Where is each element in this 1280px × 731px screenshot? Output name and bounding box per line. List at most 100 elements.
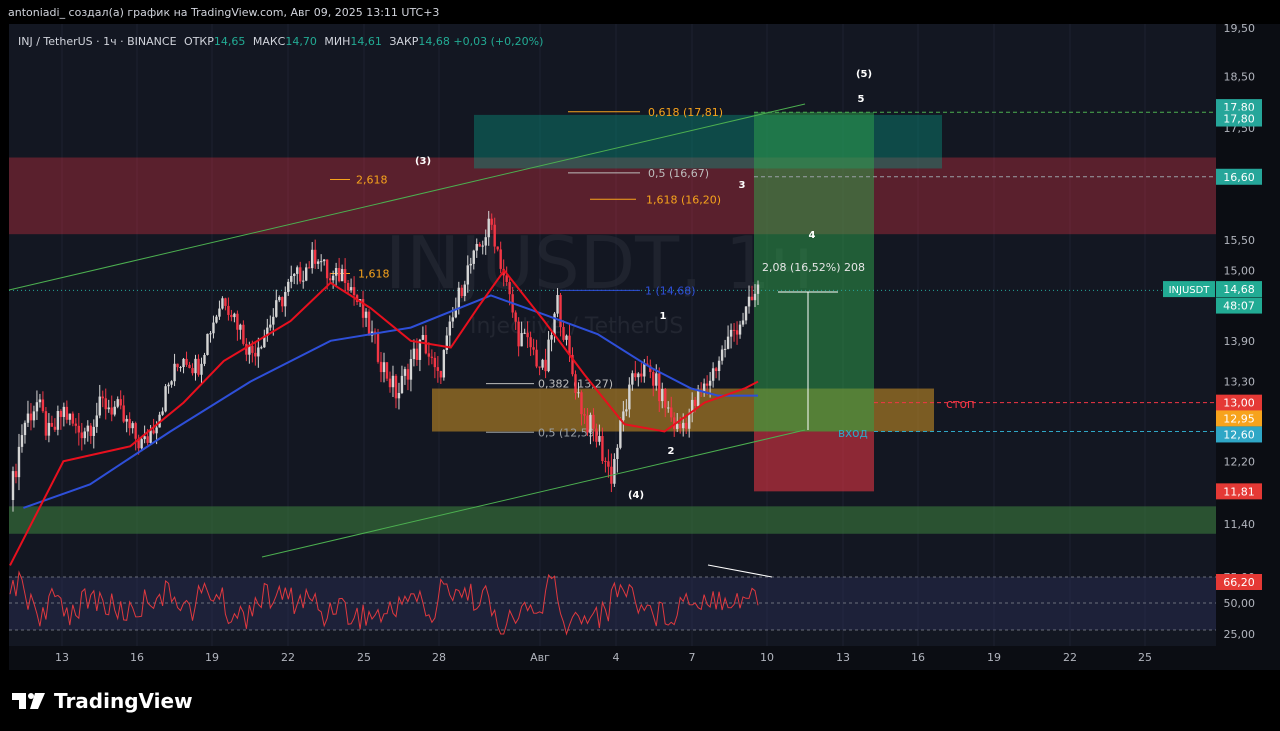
fib-label: 1,618: [358, 268, 390, 281]
candle: [529, 337, 532, 348]
candle: [643, 363, 646, 377]
candle: [140, 439, 143, 449]
candle: [278, 297, 281, 301]
candle: [287, 281, 290, 293]
candle: [293, 273, 296, 277]
candle: [155, 427, 158, 434]
candle: [616, 447, 619, 459]
price-tag-label: 13,00: [1223, 397, 1255, 410]
tradingview-logo-icon: [12, 693, 45, 709]
fib-label: 2,618: [356, 174, 388, 187]
candle: [409, 359, 413, 380]
candle: [514, 312, 517, 322]
candle: [68, 413, 72, 420]
candle: [750, 296, 754, 301]
candle: [364, 311, 368, 318]
candle: [726, 336, 730, 349]
candle: [313, 249, 317, 264]
price-tag-label: 12,95: [1223, 412, 1255, 425]
wave-label: 4: [809, 230, 816, 241]
candle: [460, 287, 463, 297]
candle: [738, 324, 742, 335]
candle: [664, 388, 667, 408]
candle: [622, 411, 625, 421]
candle: [475, 244, 478, 251]
candle: [191, 368, 194, 374]
price-tick: 19,50: [1224, 22, 1256, 35]
candle: [343, 269, 347, 283]
candle: [260, 347, 263, 349]
candle: [308, 267, 311, 269]
symbol-legend: INJ / TetherUS · 1ч · BINANCE ОТКР14,65 …: [18, 35, 543, 48]
time-tick: 28: [432, 651, 446, 664]
candle: [451, 317, 455, 322]
legend-close-label: ЗАКР: [389, 35, 419, 48]
candle: [376, 334, 380, 362]
candle: [394, 375, 398, 399]
candle: [352, 287, 356, 296]
candle: [403, 369, 407, 376]
candle: [164, 386, 167, 412]
candle: [302, 280, 305, 282]
candle: [556, 295, 559, 314]
candle: [14, 471, 18, 478]
price-tick: 15,50: [1224, 234, 1256, 247]
candle: [595, 428, 598, 442]
candle: [505, 275, 508, 282]
tradingview-logo[interactable]: TradingView: [12, 688, 193, 714]
candle: [185, 358, 188, 365]
candle: [634, 373, 637, 378]
candle: [80, 432, 84, 439]
candle: [110, 407, 113, 415]
legend-symbol: INJ / TetherUS · 1ч · BINANCE: [18, 35, 177, 48]
candle: [349, 287, 353, 291]
candle: [35, 402, 39, 412]
candle: [296, 267, 299, 274]
measure-label: 2,08 (16,52%) 208: [762, 261, 865, 274]
candle: [20, 435, 24, 447]
time-tick: 13: [55, 651, 69, 664]
candle: [239, 324, 242, 330]
candle: [693, 399, 697, 407]
candle: [439, 370, 443, 378]
candle: [340, 269, 344, 282]
candle: [254, 352, 257, 357]
candle: [257, 347, 260, 357]
candle: [753, 293, 757, 301]
candle: [535, 349, 538, 367]
candle: [658, 373, 661, 402]
candle: [212, 322, 215, 334]
candle: [167, 384, 170, 387]
wave-label: 1: [660, 311, 667, 322]
candle: [592, 414, 595, 429]
candle: [269, 324, 272, 328]
candle: [729, 329, 733, 337]
tradingview-brand: TradingView: [54, 689, 193, 713]
candle: [337, 268, 341, 282]
candle: [83, 431, 86, 439]
legend-high: 14,70: [285, 35, 317, 48]
candle: [170, 381, 173, 385]
price-chart[interactable]: INJUSDT, 1ч Injective / TetherUS 0,618 (…: [0, 0, 1280, 731]
candle: [544, 359, 547, 372]
time-tick: 19: [987, 651, 1001, 664]
candle: [640, 373, 643, 377]
candle: [538, 366, 541, 368]
candle: [559, 295, 562, 327]
candle: [684, 422, 688, 429]
candle: [74, 423, 78, 426]
candle: [472, 250, 475, 264]
candle: [200, 363, 203, 375]
candle: [11, 471, 15, 500]
candle: [41, 399, 45, 412]
candle: [487, 218, 490, 238]
wave-label: (5): [856, 69, 872, 80]
candle: [391, 375, 395, 388]
candle: [412, 348, 416, 360]
rsi-divergence: [707, 564, 773, 578]
fib-label: 0,618 (17,81): [648, 106, 723, 119]
candle: [574, 374, 577, 393]
candle: [682, 422, 685, 429]
time-tick: 25: [1138, 651, 1152, 664]
time-tick: 10: [760, 651, 774, 664]
